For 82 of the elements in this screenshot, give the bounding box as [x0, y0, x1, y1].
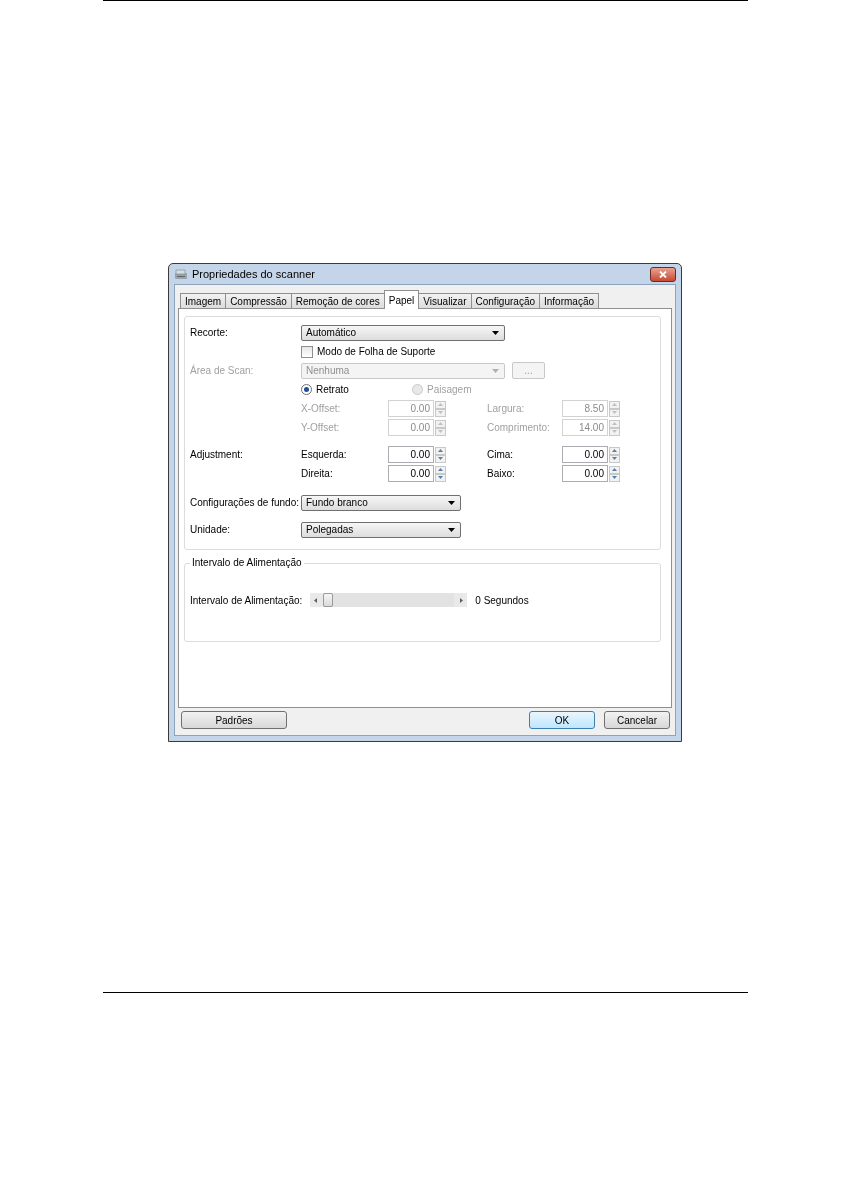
field-label: Área de Scan: [190, 365, 255, 376]
tab[interactable]: Imagem [180, 293, 227, 309]
slider-reading: 0 Segundos [475, 594, 529, 606]
field-label: Comprimento: [487, 422, 551, 433]
left-arrow-icon [314, 597, 318, 603]
up-arrow-icon [612, 449, 617, 452]
spin-up-button[interactable] [435, 446, 446, 455]
spin-down-button[interactable] [435, 454, 446, 463]
up-arrow-icon [438, 468, 443, 471]
spin-down-button[interactable] [609, 408, 620, 417]
spin-down-button[interactable] [609, 454, 620, 463]
up-arrow-icon [438, 403, 443, 406]
spin-up-button[interactable] [435, 419, 446, 428]
caret-icon [448, 527, 455, 532]
field-label: Intervalo de Alimentação: [190, 594, 303, 606]
radio-button[interactable] [301, 384, 312, 395]
spin-up-button[interactable] [609, 465, 620, 474]
field-label: Configurações de fundo: [190, 497, 300, 508]
down-arrow-icon [612, 411, 617, 414]
tab[interactable]: Compressão [225, 293, 292, 309]
tab[interactable]: Visualizar [418, 293, 472, 309]
caret-icon [492, 330, 499, 335]
spin-up-button[interactable] [609, 400, 620, 409]
scanner-icon [174, 267, 188, 281]
caret-icon [492, 368, 499, 373]
down-arrow-icon [438, 457, 443, 460]
number-field[interactable]: 0.00 [388, 465, 434, 482]
group-title: Intervalo de Alimentação [190, 557, 304, 568]
background-dropdown[interactable]: Fundo branco [301, 494, 461, 511]
spin-down-button[interactable] [435, 473, 446, 482]
spin-down-button[interactable] [609, 427, 620, 436]
slider-thumb[interactable] [323, 593, 334, 607]
close-icon [659, 270, 667, 278]
checkbox[interactable] [301, 345, 313, 358]
defaults-button[interactable]: Padrões [181, 711, 287, 729]
close-button[interactable] [650, 266, 676, 282]
field-label: Unidade: [190, 524, 232, 535]
field-label: Esquerda: [301, 449, 348, 460]
checkbox-label: Modo de Folha de Suporte [317, 346, 436, 357]
down-arrow-icon [438, 476, 443, 479]
tab[interactable]: Configuração [470, 293, 540, 309]
spin-up-button[interactable] [609, 446, 620, 455]
spin-up-button[interactable] [435, 465, 446, 474]
field-label: Largura: [487, 403, 526, 414]
tab[interactable]: Remoção de cores [290, 293, 385, 309]
spin-up-button[interactable] [609, 419, 620, 428]
orientation-radio[interactable]: Retrato [301, 384, 412, 395]
down-arrow-icon [612, 476, 617, 479]
up-arrow-icon [612, 422, 617, 425]
field-label: Baixo: [487, 468, 516, 479]
field-label: Recorte: [190, 327, 229, 338]
spin-up-button[interactable] [435, 400, 446, 409]
down-arrow-icon [438, 411, 443, 414]
crop-dropdown[interactable]: Automático [301, 324, 505, 341]
spin-down-button[interactable] [435, 427, 446, 436]
down-arrow-icon [612, 430, 617, 433]
cancel-button[interactable]: Cancelar [604, 711, 670, 729]
support-sheet-checkbox[interactable]: Modo de Folha de Suporte [301, 345, 622, 358]
field-label: Adjustment: [190, 449, 244, 460]
field-label: X-Offset: [301, 403, 342, 414]
number-field[interactable]: 0.00 [562, 446, 608, 463]
field-label: Y-Offset: [301, 422, 341, 433]
spin-down-button[interactable] [435, 408, 446, 417]
field-label: Direita: [301, 468, 334, 479]
down-arrow-icon [612, 457, 617, 460]
up-arrow-icon [612, 468, 617, 471]
field-label: Cima: [487, 449, 515, 460]
caret-icon [448, 500, 455, 505]
right-arrow-icon [460, 597, 464, 603]
ok-button[interactable]: OK [529, 711, 595, 729]
unit-dropdown[interactable]: Polegadas [301, 521, 461, 538]
up-arrow-icon [612, 403, 617, 406]
down-arrow-icon [438, 430, 443, 433]
number-field[interactable]: 0.00 [562, 465, 608, 482]
up-arrow-icon [438, 422, 443, 425]
feed-interval-slider[interactable] [310, 593, 468, 607]
tab[interactable]: Papel [383, 290, 420, 309]
window-title: Propriedades do scanner [192, 268, 316, 280]
tab[interactable]: Informação [539, 293, 600, 309]
up-arrow-icon [438, 449, 443, 452]
spin-down-button[interactable] [609, 473, 620, 482]
number-field[interactable]: 0.00 [388, 446, 434, 463]
